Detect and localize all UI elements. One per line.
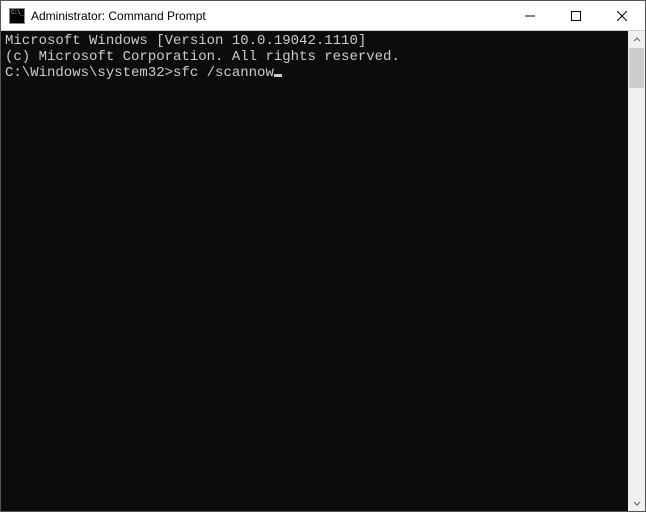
chevron-down-icon (633, 499, 641, 507)
window-title: Administrator: Command Prompt (31, 9, 507, 23)
terminal-command: sfc /scannow (173, 65, 274, 81)
minimize-icon (525, 11, 535, 21)
terminal-line: (c) Microsoft Corporation. All rights re… (5, 49, 628, 65)
maximize-button[interactable] (553, 1, 599, 30)
scroll-down-button[interactable] (628, 494, 645, 511)
scroll-up-button[interactable] (628, 31, 645, 48)
chevron-up-icon (633, 36, 641, 44)
scroll-thumb[interactable] (629, 48, 644, 88)
command-prompt-window: Administrator: Command Prompt Microsoft … (0, 0, 646, 512)
window-controls (507, 1, 645, 30)
close-icon (617, 11, 627, 21)
maximize-icon (571, 11, 581, 21)
terminal-cursor (274, 74, 282, 77)
terminal-prompt-line: C:\Windows\system32>sfc /scannow (5, 65, 628, 81)
terminal-output[interactable]: Microsoft Windows [Version 10.0.19042.11… (1, 31, 628, 511)
cmd-icon (9, 8, 25, 24)
client-area: Microsoft Windows [Version 10.0.19042.11… (1, 31, 645, 511)
vertical-scrollbar[interactable] (628, 31, 645, 511)
minimize-button[interactable] (507, 1, 553, 30)
close-button[interactable] (599, 1, 645, 30)
terminal-line: Microsoft Windows [Version 10.0.19042.11… (5, 33, 628, 49)
terminal-prompt: C:\Windows\system32> (5, 65, 173, 81)
titlebar[interactable]: Administrator: Command Prompt (1, 1, 645, 31)
